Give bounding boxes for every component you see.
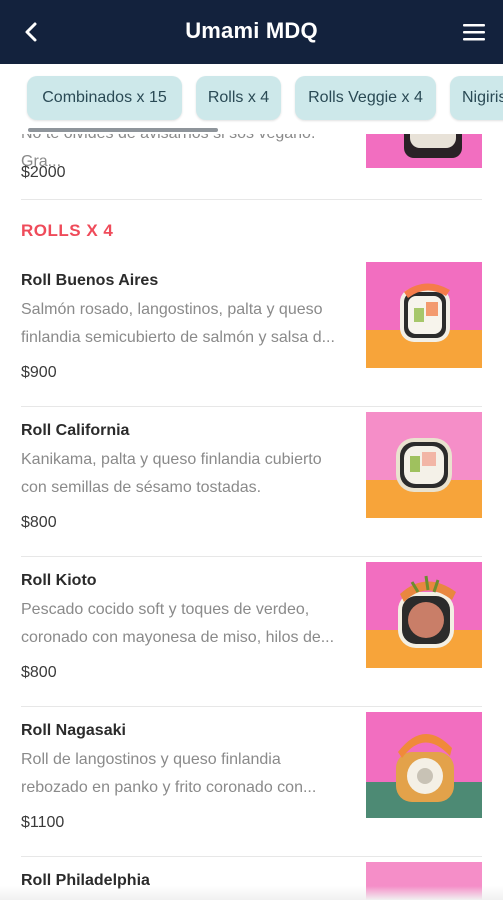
category-chip-rolls[interactable]: Rolls x 4 bbox=[196, 76, 281, 120]
divider bbox=[21, 706, 482, 707]
item-price: $1100 bbox=[21, 814, 65, 831]
item-description: Salmón rosado, langostinos, palta y ques… bbox=[21, 301, 335, 346]
category-chip-combinados[interactable]: Combinados x 15 bbox=[27, 76, 182, 120]
item-price: $2000 bbox=[21, 164, 66, 181]
section-title: ROLLS X 4 bbox=[21, 221, 114, 240]
chips-scrollbar[interactable] bbox=[28, 128, 218, 132]
category-chips-bar[interactable]: Combinados x 15 Rolls x 4 Rolls Veggie x… bbox=[0, 64, 503, 134]
category-chip-nigiris[interactable]: Nigiris bbox=[450, 76, 503, 120]
category-chip-rolls-veggie[interactable]: Rolls Veggie x 4 bbox=[295, 76, 436, 120]
divider bbox=[21, 856, 482, 857]
item-price: $800 bbox=[21, 664, 57, 681]
divider bbox=[21, 199, 482, 200]
item-photo bbox=[366, 412, 482, 518]
app-header: Umami MDQ bbox=[0, 0, 503, 64]
item-photo bbox=[366, 712, 482, 818]
item-description: Roll de langostinos y queso finlandia re… bbox=[21, 751, 317, 796]
item-description: Kanikama, palta y queso finlandia cubier… bbox=[21, 451, 322, 496]
bottom-fade bbox=[0, 886, 503, 900]
item-photo bbox=[366, 262, 482, 368]
item-price: $800 bbox=[21, 514, 57, 531]
divider bbox=[21, 556, 482, 557]
page-title: Umami MDQ bbox=[185, 18, 318, 43]
divider bbox=[21, 406, 482, 407]
item-name: Roll Kioto bbox=[21, 572, 97, 589]
item-price: $900 bbox=[21, 364, 57, 381]
menu-list[interactable]: No te olvides de avisarnos si sos vegano… bbox=[0, 64, 503, 900]
item-name: Roll Buenos Aires bbox=[21, 272, 159, 289]
item-description: Pescado cocido soft y toques de verdeo, … bbox=[21, 601, 335, 646]
hamburger-menu-icon[interactable] bbox=[461, 19, 487, 45]
item-name: Roll Nagasaki bbox=[21, 722, 126, 739]
item-name: Roll California bbox=[21, 422, 130, 439]
item-photo bbox=[366, 562, 482, 668]
